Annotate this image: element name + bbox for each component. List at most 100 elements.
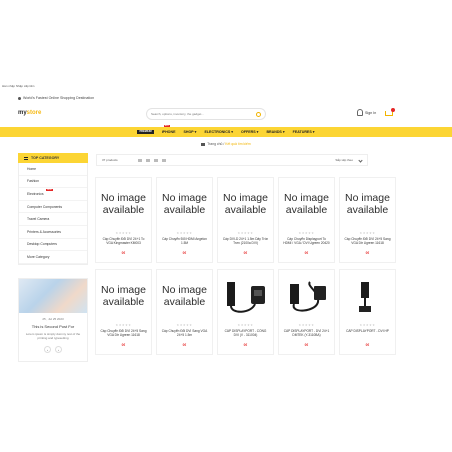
product-image[interactable]	[339, 272, 396, 320]
cart-count-badge	[391, 108, 395, 112]
hot-badge: HOT	[163, 125, 170, 127]
sidebar-item-home[interactable]: Home	[19, 163, 87, 176]
product-card[interactable]: No image available ★★★★★ Cáp Chuyển Đổi DV…	[156, 269, 213, 355]
rating-stars: ★★★★★	[298, 323, 315, 327]
search-icon[interactable]	[256, 111, 261, 117]
sidebar-item-label: Travel Camera	[27, 217, 50, 222]
product-image[interactable]: No image available	[278, 180, 335, 228]
sidebar-item-fashion[interactable]: Fashion	[19, 176, 87, 189]
breadcrumb-home[interactable]: Trang chủ	[207, 142, 222, 146]
blog-image[interactable]	[19, 279, 87, 313]
tagline-text: World's Fastest Online Shopping Destinat…	[23, 96, 95, 100]
product-card[interactable]: No image available ★★★★★ Cáp Chuyển Đổi DV…	[339, 177, 396, 263]
sort-select[interactable]: Sắp xếp theo	[335, 157, 363, 163]
sidebar-item-desktop-computers[interactable]: Desktop Computers	[19, 239, 87, 252]
table-view-icon[interactable]	[161, 158, 166, 162]
product-price: 0₫	[121, 343, 126, 347]
nav-item-label: iPHONE	[161, 130, 176, 134]
nav-brand-chip[interactable]: PREMIUM	[137, 130, 154, 134]
nav-item-iphone[interactable]: HOT iPHONE	[161, 125, 176, 134]
product-image[interactable]: No image available	[95, 180, 152, 228]
product-image[interactable]	[278, 272, 335, 320]
sidebar-item-travel-camera[interactable]: Travel Camera	[19, 213, 87, 226]
site-logo[interactable]: mystore	[18, 110, 41, 116]
nav-item-label: BRANDS	[266, 130, 282, 134]
product-card[interactable]: No image available ★★★★★ Cáp Chuyển Displa…	[278, 177, 335, 263]
product-card[interactable]: No image available ★★★★★ Cáp DVI-D 24+1 1.…	[217, 177, 274, 263]
product-price: 0₫	[182, 251, 187, 255]
sidebar-heading: TOP CATEGORY	[18, 153, 88, 163]
product-name[interactable]: Cáp DVI-D 24+1 1.5m Dây Tròn Trơn (2100a…	[218, 237, 273, 249]
compact-view-icon[interactable]	[153, 158, 158, 162]
product-image[interactable]: No image available	[217, 180, 274, 228]
signin-link[interactable]: Sign In	[357, 109, 376, 116]
product-price: 0₫	[243, 251, 248, 255]
blog-pager: ‹ ›	[19, 346, 87, 353]
sidebar-item-label: Electronics	[27, 191, 44, 196]
product-card[interactable]: ★★★★★ CÁP DISPLAYPORT - CỔNG DVI (V - 311…	[217, 269, 274, 355]
sidebar-item-electronics[interactable]: Electronics NEW	[19, 188, 87, 201]
prev-arrow-icon[interactable]: ‹	[44, 346, 51, 353]
product-photo	[226, 282, 265, 313]
product-name[interactable]: Cáp Chuyển Đổi HDMI Angelon 1.5M	[157, 237, 212, 249]
product-photo	[289, 281, 326, 312]
product-card[interactable]: No image available ★★★★★ Cáp Chuyển Đổi DV…	[95, 177, 152, 263]
product-name[interactable]: Cáp Chuyển Đổi DVI 24+1 To VGA Kingmaste…	[96, 237, 151, 249]
product-image[interactable]: No image available	[156, 180, 213, 228]
product-name[interactable]: Cáp Chuyển Displayport To HDMI / VGA / D…	[279, 237, 334, 249]
list-view-icon[interactable]	[145, 158, 150, 162]
product-price: 0₫	[304, 343, 309, 347]
product-image[interactable]: No image available	[95, 272, 152, 320]
product-name[interactable]: Cáp Chuyển Đổi DVI Sang VGA 24+5 1.5m	[157, 329, 212, 341]
next-arrow-icon[interactable]: ›	[55, 346, 62, 353]
product-photo	[358, 282, 371, 312]
product-name[interactable]: CÁP DISPLAYPORT - DVI HP	[342, 329, 393, 341]
product-card[interactable]: No image available ★★★★★ Cáp Chuyển Đổi HD…	[156, 177, 213, 263]
nav-item-offers[interactable]: OFFERS ▾	[241, 130, 258, 134]
menu-icon	[24, 156, 28, 160]
product-image[interactable]: No image available	[339, 180, 396, 228]
home-icon	[201, 142, 206, 146]
cart-button[interactable]	[385, 108, 395, 118]
product-name[interactable]: CÁP DISPLAYPORT - DVI 24+1 DMTEK (Y-3110…	[279, 329, 334, 341]
listing-toolbar: 37 products Sắp xếp theo	[96, 154, 368, 166]
sidebar-item-label: More Category	[27, 254, 50, 259]
nav-item-electronics[interactable]: ELECTRONICS ▾	[204, 130, 233, 134]
sidebar-item-label: Computer Components	[27, 204, 63, 209]
nav-item-features[interactable]: FEATURES ▾	[293, 130, 315, 134]
nav-item-label: FEATURES	[292, 130, 312, 134]
product-name[interactable]: CÁP DISPLAYPORT - CỔNG DVI (V - 311004)	[218, 329, 273, 341]
blog-excerpt: Lorem ipsum is simply dummy text of the …	[25, 332, 81, 340]
rating-stars: ★★★★★	[237, 323, 254, 327]
logo-main: my	[18, 110, 27, 116]
rating-stars: ★★★★★	[359, 323, 376, 327]
sidebar-item-printers[interactable]: Printers & Accessories	[19, 226, 87, 239]
nav-item-shop[interactable]: SHOP ▾	[183, 130, 196, 134]
user-icon	[357, 109, 363, 116]
product-price: 0₫	[121, 251, 126, 255]
sidebar-item-label: Fashion	[27, 179, 40, 184]
blog-title[interactable]: This is Second Post For	[19, 324, 87, 329]
tagline: World's Fastest Online Shopping Destinat…	[18, 96, 94, 100]
rating-stars: ★★★★★	[359, 231, 376, 235]
product-image[interactable]	[217, 272, 274, 320]
product-card[interactable]: ★★★★★ CÁP DISPLAYPORT - DVI HP 0₫	[339, 269, 396, 355]
nav-item-label: SHOP	[183, 130, 194, 134]
product-image[interactable]: No image available	[156, 272, 213, 320]
product-card[interactable]: ★★★★★ CÁP DISPLAYPORT - DVI 24+1 DMTEK (Y…	[278, 269, 335, 355]
product-price: 0₫	[182, 343, 187, 347]
sidebar-item-more-category[interactable]: More Category	[19, 251, 87, 264]
product-name[interactable]: Cáp Chuyển Đổi DVI 24+5 Sang VGA Dtr Ugr…	[96, 329, 151, 341]
grid-view-icon[interactable]	[137, 158, 142, 162]
nav-item-label: ELECTRONICS	[204, 130, 231, 134]
product-price: 0₫	[243, 343, 248, 347]
product-name[interactable]: Cáp Chuyển Đổi DVI 24+5 Sang VGA Dtr Ugr…	[340, 237, 395, 249]
search-bar	[146, 108, 266, 120]
product-price: 0₫	[365, 343, 370, 347]
search-input[interactable]	[151, 112, 256, 116]
nav-item-brands[interactable]: BRANDS ▾	[266, 130, 284, 134]
blog-widget: 25 , Jul 25 2023 This is Second Post For…	[18, 278, 88, 362]
product-card[interactable]: No image available ★★★★★ Cáp Chuyển Đổi DV…	[95, 269, 152, 355]
sidebar-item-computer-components[interactable]: Computer Components	[19, 201, 87, 214]
sidebar-item-label: Desktop Computers	[27, 242, 57, 247]
